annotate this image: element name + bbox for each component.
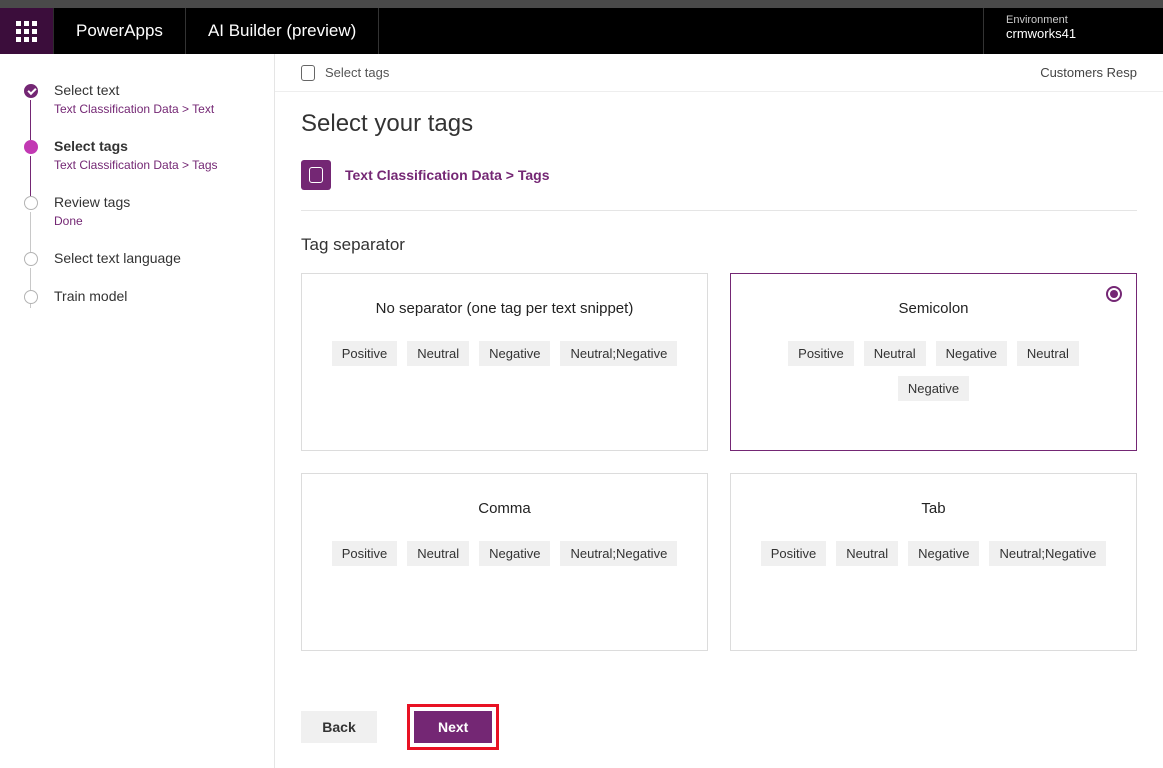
- breadcrumb-right: Customers Resp: [1040, 65, 1137, 80]
- tag-chip: Neutral: [864, 341, 926, 366]
- step-select-language[interactable]: Select text language: [24, 250, 258, 266]
- environment-label: Environment: [1006, 14, 1141, 26]
- wizard-footer: Back Next: [301, 704, 499, 750]
- selected-field-chip[interactable]: Text Classification Data > Tags: [301, 160, 1137, 190]
- tag-chip: Negative: [479, 541, 550, 566]
- step-pending-icon: [24, 290, 38, 304]
- card-title: Semicolon: [755, 300, 1112, 317]
- step-subtitle: Done: [54, 214, 130, 228]
- tag-chip: Neutral: [407, 341, 469, 366]
- section-title: Tag separator: [301, 235, 1137, 255]
- annotation-highlight: Next: [407, 704, 499, 750]
- entity-icon: [301, 160, 331, 190]
- tag-chip: Negative: [898, 376, 969, 401]
- app-launcher-icon[interactable]: [0, 8, 54, 54]
- breadcrumb-bar: Select tags Customers Resp: [275, 54, 1163, 92]
- tag-chip: Negative: [479, 341, 550, 366]
- tag-list: Positive Neutral Negative Neutral;Negative: [326, 541, 683, 566]
- tag-chip: Neutral;Negative: [989, 541, 1106, 566]
- tag-chip: Positive: [761, 541, 827, 566]
- separator-card[interactable]: Tab Positive Neutral Negative Neutral;Negati…: [730, 473, 1137, 651]
- area-label: AI Builder (preview): [186, 8, 379, 54]
- brand-label[interactable]: PowerApps: [54, 8, 186, 54]
- tag-chip: Negative: [908, 541, 979, 566]
- card-title: Comma: [326, 500, 683, 517]
- wizard-steps-sidebar: Select text Text Classification Data > T…: [0, 54, 275, 768]
- tag-chip: Neutral;Negative: [560, 541, 677, 566]
- radio-selected-icon: [1106, 286, 1122, 302]
- step-subtitle: Text Classification Data > Tags: [54, 158, 218, 172]
- environment-value: crmworks41: [1006, 26, 1141, 41]
- step-title: Select text: [54, 82, 214, 98]
- tag-chip: Neutral: [1017, 341, 1079, 366]
- step-train-model[interactable]: Train model: [24, 288, 258, 304]
- entity-icon: [301, 65, 315, 81]
- page-title: Select your tags: [301, 110, 1137, 138]
- divider: [301, 210, 1137, 211]
- tag-list: Positive Neutral Negative Neutral;Negative: [755, 541, 1112, 566]
- top-bar: PowerApps AI Builder (preview) Environme…: [0, 8, 1163, 54]
- tag-chip: Neutral;Negative: [560, 341, 677, 366]
- step-pending-icon: [24, 252, 38, 266]
- tag-chip: Positive: [332, 541, 398, 566]
- step-active-icon: [24, 140, 38, 154]
- step-subtitle: Text Classification Data > Text: [54, 102, 214, 116]
- tag-chip: Positive: [332, 341, 398, 366]
- breadcrumb-left: Select tags: [325, 65, 389, 80]
- selected-field-path: Text Classification Data > Tags: [345, 167, 550, 183]
- tag-chip: Positive: [788, 341, 854, 366]
- step-title: Review tags: [54, 194, 130, 210]
- card-title: No separator (one tag per text snippet): [326, 300, 683, 317]
- step-done-icon: [24, 84, 38, 98]
- separator-card[interactable]: Comma Positive Neutral Negative Neutral;Nega…: [301, 473, 708, 651]
- step-title: Select text language: [54, 250, 181, 266]
- main-content: Select tags Customers Resp Select your t…: [275, 54, 1163, 768]
- step-title: Select tags: [54, 138, 218, 154]
- separator-card[interactable]: Semicolon Positive Neutral Negative Neutral N…: [730, 273, 1137, 451]
- step-title: Train model: [54, 288, 127, 304]
- card-title: Tab: [755, 500, 1112, 517]
- step-pending-icon: [24, 196, 38, 210]
- tag-chip: Negative: [936, 341, 1007, 366]
- step-select-tags[interactable]: Select tags Text Classification Data > T…: [24, 138, 258, 172]
- tag-list: Positive Neutral Negative Neutral Negative: [755, 341, 1112, 401]
- next-button[interactable]: Next: [414, 711, 492, 743]
- step-select-text[interactable]: Select text Text Classification Data > T…: [24, 82, 258, 116]
- tag-chip: Neutral: [407, 541, 469, 566]
- step-review-tags[interactable]: Review tags Done: [24, 194, 258, 228]
- environment-picker[interactable]: Environment crmworks41: [983, 8, 1163, 54]
- separator-card[interactable]: No separator (one tag per text snippet) P…: [301, 273, 708, 451]
- tag-list: Positive Neutral Negative Neutral;Negative: [326, 341, 683, 366]
- tag-chip: Neutral: [836, 541, 898, 566]
- back-button[interactable]: Back: [301, 711, 377, 743]
